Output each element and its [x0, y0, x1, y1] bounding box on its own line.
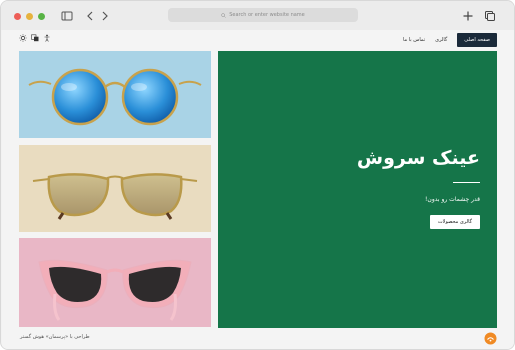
hero-banner: عینک سروش قدر چشمات رو بدون! گالری محصول…	[218, 51, 497, 328]
nav-item-gallery[interactable]: گالری	[435, 37, 447, 43]
new-tab-icon[interactable]	[462, 10, 474, 22]
footer-credit[interactable]: طراحی با «پرسمان» هوش گستر	[20, 334, 90, 340]
forward-arrow-icon[interactable]	[99, 10, 111, 22]
nav-item-home[interactable]: صفحه اصلی	[457, 33, 497, 47]
address-bar[interactable]: Search or enter website name	[168, 8, 358, 22]
sun-icon[interactable]	[19, 34, 27, 42]
zoom-window-button[interactable]	[38, 13, 45, 20]
accessibility-icon[interactable]	[43, 34, 51, 42]
orange-badge-icon[interactable]	[484, 332, 497, 345]
product-image-aviator-sunglasses[interactable]	[19, 145, 211, 232]
sidebar-toggle-icon[interactable]	[61, 10, 73, 22]
tabs-overview-icon[interactable]	[484, 10, 496, 22]
hero-subtitle: قدر چشمات رو بدون!	[425, 196, 480, 203]
close-window-button[interactable]	[14, 13, 21, 20]
product-image-round-sunglasses[interactable]	[19, 51, 211, 138]
hero-divider	[453, 182, 480, 183]
nav-item-contact[interactable]: تماس با ما	[403, 37, 425, 43]
aviator-sunglasses-image	[32, 173, 198, 220]
search-icon	[221, 12, 226, 18]
translate-icon[interactable]	[31, 34, 39, 42]
browser-window: Search or enter website name تماس با ما …	[0, 0, 515, 350]
browser-titlebar: Search or enter website name	[1, 1, 514, 30]
back-arrow-icon[interactable]	[84, 10, 96, 22]
website-viewport: تماس با ما گالری صفحه اصلی عینک سروش قدر…	[2, 30, 514, 349]
minimize-window-button[interactable]	[26, 13, 33, 20]
product-image-cateye-sunglasses[interactable]	[19, 238, 211, 327]
address-placeholder: Search or enter website name	[229, 12, 305, 18]
hero-title: عینک سروش	[356, 147, 480, 169]
round-sunglasses-image	[28, 68, 202, 126]
main-navigation: تماس با ما گالری صفحه اصلی	[403, 33, 497, 47]
gallery-button[interactable]: گالری محصولات	[429, 215, 480, 229]
site-header: تماس با ما گالری صفحه اصلی	[2, 30, 514, 48]
cateye-sunglasses-image	[38, 259, 192, 321]
